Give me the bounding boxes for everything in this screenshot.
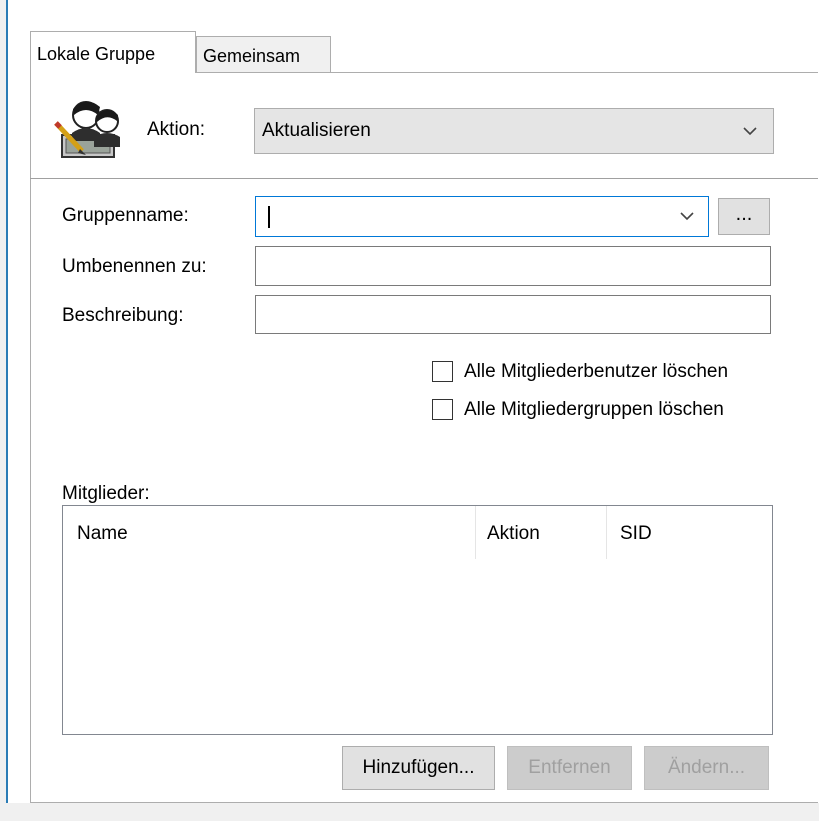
column-header-sid[interactable]: SID [620,522,652,546]
aktion-dropdown[interactable]: Aktualisieren [254,108,774,154]
beschreibung-input[interactable] [255,295,771,334]
tab-gemeinsam[interactable]: Gemeinsam [196,36,331,72]
delete-member-groups-label[interactable]: Alle Mitgliedergruppen löschen [464,398,724,422]
aktion-label: Aktion: [147,119,206,140]
window-left-border [6,0,8,821]
column-header-aktion[interactable]: Aktion [487,522,540,546]
delete-member-groups-checkbox[interactable] [432,399,453,420]
column-divider[interactable] [606,506,607,559]
members-list[interactable]: Name Aktion SID [62,505,773,735]
text-caret [268,206,270,228]
umbenennen-label: Umbenennen zu: [62,256,207,277]
add-button[interactable]: Hinzufügen... [342,746,495,790]
umbenennen-input[interactable] [255,246,771,286]
delete-member-users-checkbox[interactable] [432,361,453,382]
dialog-footer-area [0,803,819,821]
group-policy-users-icon [54,101,120,158]
change-button[interactable]: Ändern... [644,746,769,790]
remove-button[interactable]: Entfernen [507,746,632,790]
gruppenname-combobox[interactable] [255,196,709,237]
browse-button[interactable]: ... [718,198,770,235]
column-divider[interactable] [475,506,476,559]
gruppenname-label: Gruppenname: [62,205,189,226]
beschreibung-label: Beschreibung: [62,305,184,326]
column-header-name[interactable]: Name [77,522,128,546]
members-label: Mitglieder: [62,483,150,504]
chevron-down-icon [680,212,694,221]
tab-lokale-gruppe[interactable]: Lokale Gruppe [30,31,196,73]
aktion-dropdown-value: Aktualisieren [262,120,371,141]
chevron-down-icon [743,127,757,136]
delete-member-users-label[interactable]: Alle Mitgliederbenutzer löschen [464,360,728,384]
header-separator [30,178,818,179]
